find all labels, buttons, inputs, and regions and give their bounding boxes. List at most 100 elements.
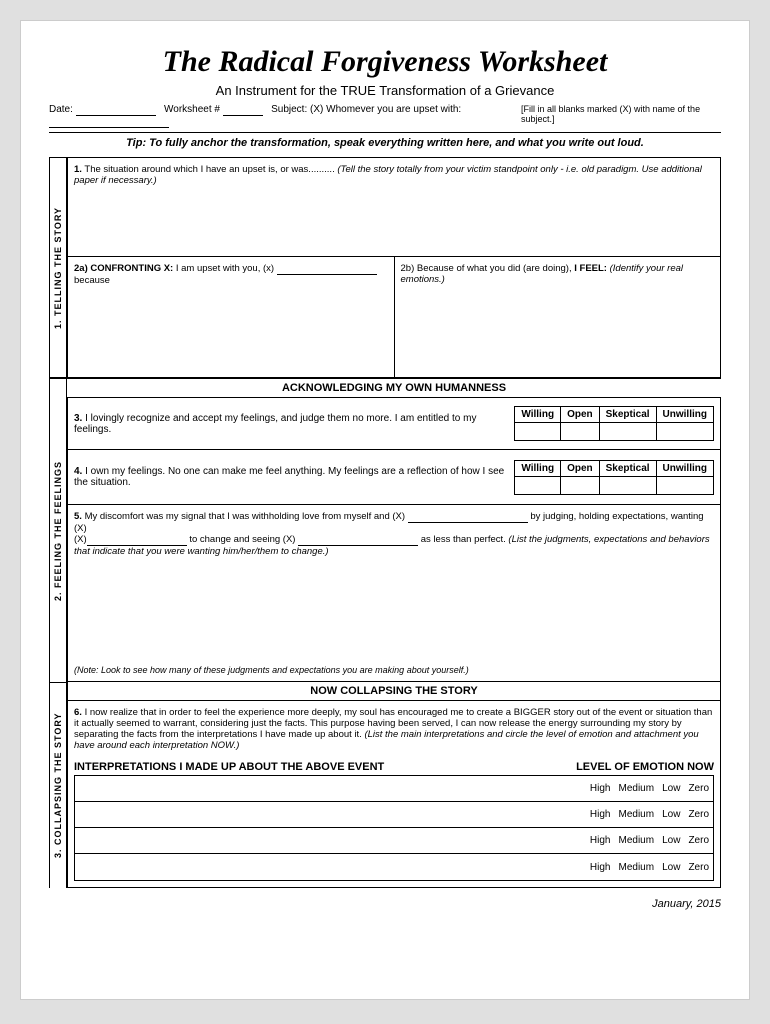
section2-content: ACKNOWLEDGING MY OWN HUMANNESS 3. I lovi… — [67, 378, 721, 682]
section3-side-label: 3. COLLAPSING THE STORY — [49, 682, 67, 888]
item6-block: 6. I now realize that in order to feel t… — [67, 701, 721, 888]
page: The Radical Forgiveness Worksheet An Ins… — [20, 20, 750, 1000]
level-low-1[interactable]: Low — [662, 783, 680, 794]
level-high-3[interactable]: High — [590, 835, 611, 846]
item1-text: 1. The situation around which I have an … — [74, 164, 714, 186]
item2b-label: 2b) Because of what you did (are doing), — [401, 263, 572, 274]
item5-number: 5. — [74, 511, 82, 522]
level-high-4[interactable]: High — [590, 862, 611, 873]
main-title: The Radical Forgiveness Worksheet — [49, 45, 721, 79]
radio-cell-skeptical[interactable] — [599, 423, 656, 441]
item2b-block: 2b) Because of what you did (are doing),… — [395, 257, 721, 377]
item3-row: 3. I lovingly recognize and accept my fe… — [68, 398, 720, 450]
radio4-cell-skeptical[interactable] — [599, 476, 656, 494]
item3-text: 3. I lovingly recognize and accept my fe… — [74, 413, 506, 435]
interp-header: INTERPRETATIONS I MADE UP ABOUT THE ABOV… — [74, 761, 501, 773]
section3-content: NOW COLLAPSING THE STORY 6. I now realiz… — [67, 682, 721, 888]
emotion-header: LEVEL OF EMOTION NOW — [501, 761, 714, 773]
emotion-levels-1: High Medium Low Zero — [498, 783, 713, 794]
radio4-cell-unwilling[interactable] — [656, 476, 713, 494]
level-high-2[interactable]: High — [590, 809, 611, 820]
item5-blank1[interactable] — [408, 511, 528, 523]
radio-header-willing: Willing — [515, 407, 561, 423]
item4-number: 4. — [74, 466, 82, 477]
radio-header-skeptical: Skeptical — [599, 407, 656, 423]
section2-side-label: 2. FEELING THE FEELINGS — [49, 378, 67, 682]
radio-cell-willing[interactable] — [515, 423, 561, 441]
item5-text: 5. My discomfort was my signal that I wa… — [74, 511, 714, 557]
item5-note: (Note: Look to see how many of these jud… — [74, 665, 714, 675]
radio4-cell-willing[interactable] — [515, 476, 561, 494]
acknowledging-bar: ACKNOWLEDGING MY OWN HUMANNESS — [67, 378, 721, 398]
level-medium-4[interactable]: Medium — [619, 862, 655, 873]
items34-block: 3. I lovingly recognize and accept my fe… — [67, 398, 721, 682]
level-low-2[interactable]: Low — [662, 809, 680, 820]
header-info: Date: Worksheet # Subject: (X) Whomever … — [49, 104, 721, 133]
interp-text-3[interactable] — [75, 836, 498, 846]
emotion-levels-4: High Medium Low Zero — [498, 862, 713, 873]
footer: January, 2015 — [49, 898, 721, 910]
section2-wrapper: 2. FEELING THE FEELINGS ACKNOWLEDGING MY… — [49, 378, 721, 682]
interp-row-2: High Medium Low Zero — [75, 802, 713, 828]
interp-row-4: High Medium Low Zero — [75, 854, 713, 880]
radio-cell-open[interactable] — [561, 423, 600, 441]
item6-number: 6. — [74, 707, 82, 718]
radio4-header-willing: Willing — [515, 460, 561, 476]
date-blank[interactable] — [76, 104, 156, 116]
item5-blank2[interactable] — [87, 534, 187, 546]
item2b-feel: I FEEL: — [574, 263, 609, 274]
subject-blank[interactable] — [49, 116, 169, 128]
item2a-because: because — [74, 275, 110, 286]
interp-text-4[interactable] — [75, 862, 498, 872]
item2a-block: 2a) CONFRONTING X: I am upset with you, … — [68, 257, 395, 377]
radio-cell-unwilling[interactable] — [656, 423, 713, 441]
section3-wrapper: 3. COLLAPSING THE STORY NOW COLLAPSING T… — [49, 682, 721, 888]
tip: Tip: To fully anchor the transformation,… — [49, 137, 721, 149]
subtitle: An Instrument for the TRUE Transformatio… — [49, 83, 721, 98]
level-zero-3[interactable]: Zero — [688, 835, 709, 846]
date-label: Date: — [49, 104, 73, 115]
item5-blank3[interactable] — [298, 534, 418, 546]
item1-main: The situation around which I have an ups… — [84, 164, 334, 175]
level-zero-1[interactable]: Zero — [688, 783, 709, 794]
item4-row: 4. I own my feelings. No one can make me… — [68, 450, 720, 505]
item5-text4: as less than perfect. — [421, 534, 506, 545]
interp-row-3: High Medium Low Zero — [75, 828, 713, 854]
interp-text-1[interactable] — [75, 784, 498, 794]
interp-text-2[interactable] — [75, 810, 498, 820]
item4-radio-table: Willing Open Skeptical Unwilling — [514, 460, 714, 495]
level-zero-2[interactable]: Zero — [688, 809, 709, 820]
emotion-levels-3: High Medium Low Zero — [498, 835, 713, 846]
item4-text: 4. I own my feelings. No one can make me… — [74, 466, 506, 488]
level-medium-3[interactable]: Medium — [619, 835, 655, 846]
level-low-4[interactable]: Low — [662, 862, 680, 873]
interp-rows: High Medium Low Zero High Medium Low Zer — [74, 775, 714, 881]
header-right: [Fill in all blanks marked (X) with name… — [521, 104, 721, 128]
level-high-1[interactable]: High — [590, 783, 611, 794]
item6-text: 6. I now realize that in order to feel t… — [74, 707, 714, 751]
section1-wrapper: 1. TELLING THE STORY 1. The situation ar… — [49, 157, 721, 378]
level-low-3[interactable]: Low — [662, 835, 680, 846]
item2a-blank[interactable] — [277, 263, 377, 275]
radio4-cell-open[interactable] — [561, 476, 600, 494]
item5-text1: My discomfort was my signal that I was w… — [85, 511, 405, 522]
header-left: Date: Worksheet # Subject: (X) Whomever … — [49, 104, 521, 128]
radio4-header-skeptical: Skeptical — [599, 460, 656, 476]
subject-label: Subject: (X) Whomever you are upset with… — [271, 104, 461, 115]
radio4-header-unwilling: Unwilling — [656, 460, 713, 476]
level-medium-1[interactable]: Medium — [619, 783, 655, 794]
item2a-label: 2a) CONFRONTING X: — [74, 263, 173, 274]
level-zero-4[interactable]: Zero — [688, 862, 709, 873]
item3-radio-table: Willing Open Skeptical Unwilling — [514, 406, 714, 441]
item1-number: 1. — [74, 164, 82, 175]
item2a-text: 2a) CONFRONTING X: I am upset with you, … — [74, 263, 388, 286]
level-medium-2[interactable]: Medium — [619, 809, 655, 820]
worksheet-blank[interactable] — [223, 104, 263, 116]
item3-number: 3. — [74, 413, 82, 424]
interp-header-row: INTERPRETATIONS I MADE UP ABOUT THE ABOV… — [74, 761, 714, 773]
item2a-main: I am upset with you, (x) — [176, 263, 277, 274]
interp-row-1: High Medium Low Zero — [75, 776, 713, 802]
item3-main: I lovingly recognize and accept my feeli… — [74, 413, 476, 435]
item5-writing-area[interactable] — [74, 565, 714, 625]
item1-block: 1. The situation around which I have an … — [67, 157, 721, 257]
